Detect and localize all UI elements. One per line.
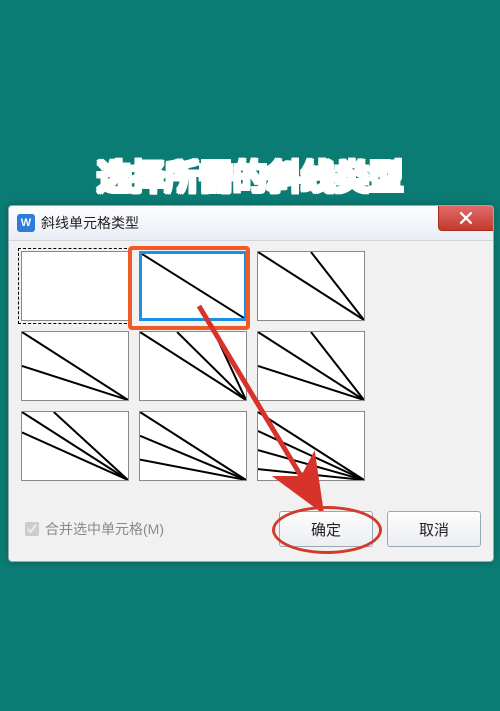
ok-button-label: 确定 [311, 519, 341, 540]
instruction-caption: 选择所需的斜线类型 [0, 150, 500, 199]
diagonal-option-three-d[interactable] [139, 411, 247, 481]
cancel-button-label: 取消 [419, 519, 449, 540]
cancel-button[interactable]: 取消 [387, 511, 481, 547]
merge-cells-label: 合并选中单元格(M) [45, 519, 164, 539]
merge-cells-checkbox[interactable] [25, 522, 39, 536]
diagonal-option-two-b[interactable] [21, 331, 129, 401]
dialog-footer: 合并选中单元格(M) 确定 取消 [21, 511, 481, 547]
app-icon: W [17, 214, 35, 232]
close-button[interactable] [438, 206, 493, 231]
diagonal-option-three-a[interactable] [139, 331, 247, 401]
dialog-title: 斜线单元格类型 [41, 213, 139, 233]
diagonal-option-diag1[interactable] [139, 251, 247, 321]
diagonal-option-four-a[interactable] [257, 411, 365, 481]
footer-buttons: 确定 取消 [279, 511, 481, 547]
option-grid [21, 251, 481, 481]
titlebar: W 斜线单元格类型 [9, 206, 493, 241]
ok-button[interactable]: 确定 [279, 511, 373, 547]
merge-cells-checkbox-row: 合并选中单元格(M) [21, 519, 164, 539]
close-icon [459, 211, 473, 225]
diagonal-option-blank[interactable] [21, 251, 129, 321]
diagonal-option-two-a[interactable] [257, 251, 365, 321]
dialog-body [9, 241, 493, 493]
diagonal-cell-type-dialog: W 斜线单元格类型 合并选中单元格(M) 确定 [8, 205, 494, 562]
diagonal-option-three-c[interactable] [21, 411, 129, 481]
diagonal-option-three-b[interactable] [257, 331, 365, 401]
